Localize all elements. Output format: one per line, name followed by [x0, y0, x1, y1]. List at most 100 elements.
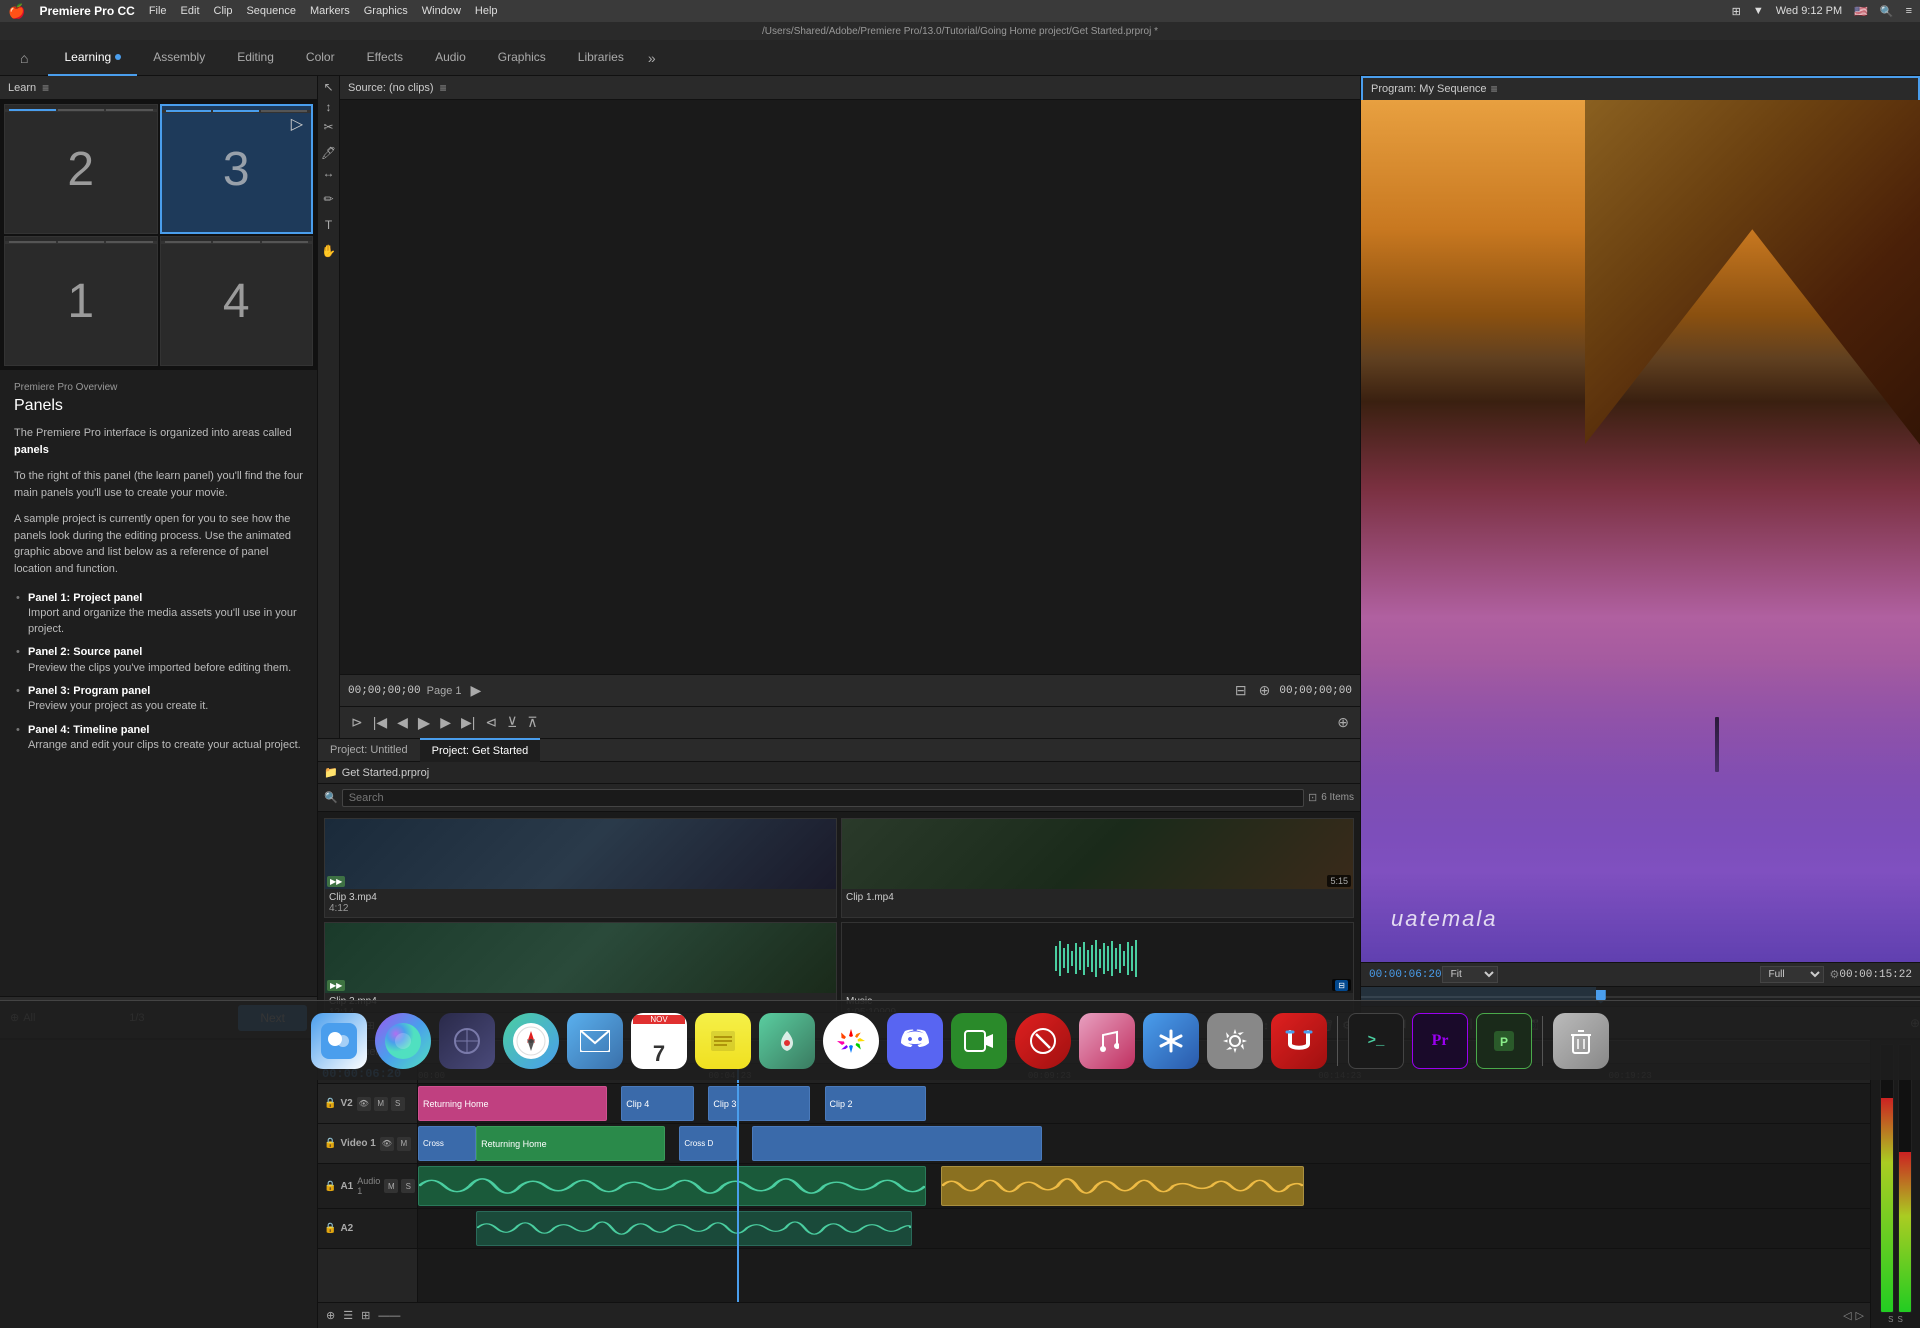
tool-hand[interactable]: ✋	[321, 244, 336, 258]
dock-mail[interactable]	[567, 1013, 623, 1069]
track-lock-a2[interactable]: 🔒	[324, 1223, 336, 1234]
proj-tab-getstarted[interactable]: Project: Get Started	[420, 738, 541, 762]
dock-plugin-scan[interactable]: P	[1476, 1013, 1532, 1069]
dock-music[interactable]	[1079, 1013, 1135, 1069]
dock-facetime[interactable]	[951, 1013, 1007, 1069]
search-icon[interactable]: 🔍	[1880, 5, 1894, 18]
tool-type[interactable]: T	[325, 218, 332, 232]
tab-audio[interactable]: Audio	[419, 40, 482, 76]
dock-finder[interactable]	[311, 1013, 367, 1069]
page-forward[interactable]: ▶	[468, 682, 485, 699]
track-lock-v2[interactable]: 🔒	[324, 1098, 336, 1109]
learn-menu-icon[interactable]: ≡	[42, 81, 49, 95]
step-back[interactable]: ◀	[394, 714, 411, 731]
step-fwd[interactable]: ▶	[437, 714, 454, 731]
quality-dropdown[interactable]: Full Half Quarter	[1760, 966, 1824, 983]
tab-learning[interactable]: Learning	[48, 40, 137, 76]
track-row-a1[interactable]	[418, 1164, 1870, 1209]
dock-siri[interactable]	[375, 1013, 431, 1069]
dock-safari[interactable]	[503, 1013, 559, 1069]
track-row-v2[interactable]: Returning Home Clip 4 Clip 3 Clip 2	[418, 1084, 1870, 1124]
solo-icon-a1[interactable]: S	[401, 1179, 415, 1193]
dock-facetime-red[interactable]	[1015, 1013, 1071, 1069]
tab-libraries[interactable]: Libraries	[562, 40, 640, 76]
tool-extend[interactable]: ↔	[323, 166, 335, 180]
menu-clip[interactable]: Clip	[214, 5, 233, 17]
tutorial-cell-4[interactable]: 4	[160, 236, 314, 366]
dock-launchpad[interactable]	[439, 1013, 495, 1069]
clip-returning-home-v2[interactable]: Returning Home	[418, 1086, 607, 1121]
tool-razor[interactable]: ✂	[323, 120, 333, 134]
source-settings[interactable]: ⊟	[1232, 682, 1250, 699]
clip-crossd-v1[interactable]: Cross D	[679, 1126, 737, 1161]
settings-icon-prog[interactable]: ⚙	[1830, 968, 1840, 981]
mute-icon-a1[interactable]: M	[384, 1179, 398, 1193]
apple-menu[interactable]: 🍎	[8, 3, 25, 20]
dock-appstore[interactable]	[1143, 1013, 1199, 1069]
track-lock-a1[interactable]: 🔒	[324, 1181, 336, 1192]
mark-in[interactable]: ⊳	[348, 714, 366, 731]
fit-dropdown[interactable]: Fit 25% 50% 100%	[1442, 966, 1498, 983]
media-item-clip1[interactable]: 5:15 Clip 1.mp4	[841, 818, 1354, 918]
tool-pen[interactable]: 🖊	[321, 146, 336, 160]
dock-maps[interactable]	[759, 1013, 815, 1069]
tab-assembly[interactable]: Assembly	[137, 40, 221, 76]
tl-left-arrow[interactable]: ◁	[1843, 1309, 1851, 1322]
audio-clip-a1[interactable]	[418, 1166, 926, 1206]
prev-edit[interactable]: |◀	[370, 714, 390, 731]
track-lock-v1[interactable]: 🔒	[324, 1138, 336, 1149]
search-options-icon[interactable]: ⊡	[1308, 791, 1317, 804]
dock-terminal[interactable]: >_	[1348, 1013, 1404, 1069]
tl-list-view[interactable]: ☰	[341, 1307, 355, 1324]
media-item-music[interactable]: ⊟ Music 1:05:10909	[841, 922, 1354, 1012]
tool-select[interactable]: ↖	[323, 80, 333, 94]
clip-2-v2[interactable]: Clip 2	[825, 1086, 927, 1121]
mark-out[interactable]: ⊲	[482, 714, 500, 731]
next-edit[interactable]: ▶|	[458, 714, 478, 731]
home-icon[interactable]: ⌂	[20, 50, 28, 66]
program-menu-icon[interactable]: ≡	[1491, 82, 1498, 96]
dock-settings[interactable]	[1207, 1013, 1263, 1069]
tool-draw[interactable]: ✏	[323, 192, 333, 206]
clip-4-v2[interactable]: Clip 4	[621, 1086, 694, 1121]
dock-photos[interactable]	[823, 1013, 879, 1069]
menu-file[interactable]: File	[149, 5, 167, 17]
clip-returning-home-v1[interactable]: Returning Home	[476, 1126, 665, 1161]
eye-icon-v2[interactable]: 👁	[357, 1097, 371, 1111]
dock-discord[interactable]	[887, 1013, 943, 1069]
project-search-input[interactable]	[342, 789, 1304, 807]
dock-calendar[interactable]: NOV 7	[631, 1013, 687, 1069]
tl-settings[interactable]: ⊞	[359, 1307, 372, 1324]
tab-editing[interactable]: Editing	[221, 40, 290, 76]
clip-cross-v1[interactable]: Cross	[418, 1126, 476, 1161]
track-row-v1[interactable]: Cross Returning Home Cross D	[418, 1124, 1870, 1164]
media-item-clip2[interactable]: ▶▶ Clip 2.mp4 12:14	[324, 922, 837, 1012]
solo-icon-v2[interactable]: S	[391, 1097, 405, 1111]
tutorial-cell-1[interactable]: 1	[4, 236, 158, 366]
tutorial-cell-3[interactable]: 3 ▷	[160, 104, 314, 234]
track-row-a2[interactable]	[418, 1209, 1870, 1249]
eye-icon-v1[interactable]: 👁	[380, 1137, 394, 1151]
menu-help[interactable]: Help	[475, 5, 498, 17]
add-to-seq[interactable]: ⊕	[1334, 714, 1352, 731]
menu-window[interactable]: Window	[422, 5, 461, 17]
tool-arrow[interactable]: ↕	[326, 100, 332, 114]
menu-markers[interactable]: Markers	[310, 5, 350, 17]
more-workspaces[interactable]: »	[648, 50, 656, 66]
mute-icon-v1[interactable]: M	[397, 1137, 411, 1151]
mute-icon-v2[interactable]: M	[374, 1097, 388, 1111]
menu-graphics[interactable]: Graphics	[364, 5, 408, 17]
audio-clip-music[interactable]	[941, 1166, 1304, 1206]
insert[interactable]: ⊻	[504, 714, 520, 731]
tab-graphics[interactable]: Graphics	[482, 40, 562, 76]
tl-add-track[interactable]: ⊕	[324, 1307, 337, 1324]
dock-magnet[interactable]	[1271, 1013, 1327, 1069]
proj-tab-untitled[interactable]: Project: Untitled	[318, 738, 420, 762]
dock-trash[interactable]	[1553, 1013, 1609, 1069]
tab-effects[interactable]: Effects	[351, 40, 419, 76]
menu-edit[interactable]: Edit	[181, 5, 200, 17]
tutorial-cell-2[interactable]: 2	[4, 104, 158, 234]
options-icon[interactable]: ≡	[1906, 5, 1912, 17]
media-item-clip3[interactable]: ▶▶ Clip 3.mp4 4:12	[324, 818, 837, 918]
source-menu-icon[interactable]: ≡	[440, 81, 447, 95]
